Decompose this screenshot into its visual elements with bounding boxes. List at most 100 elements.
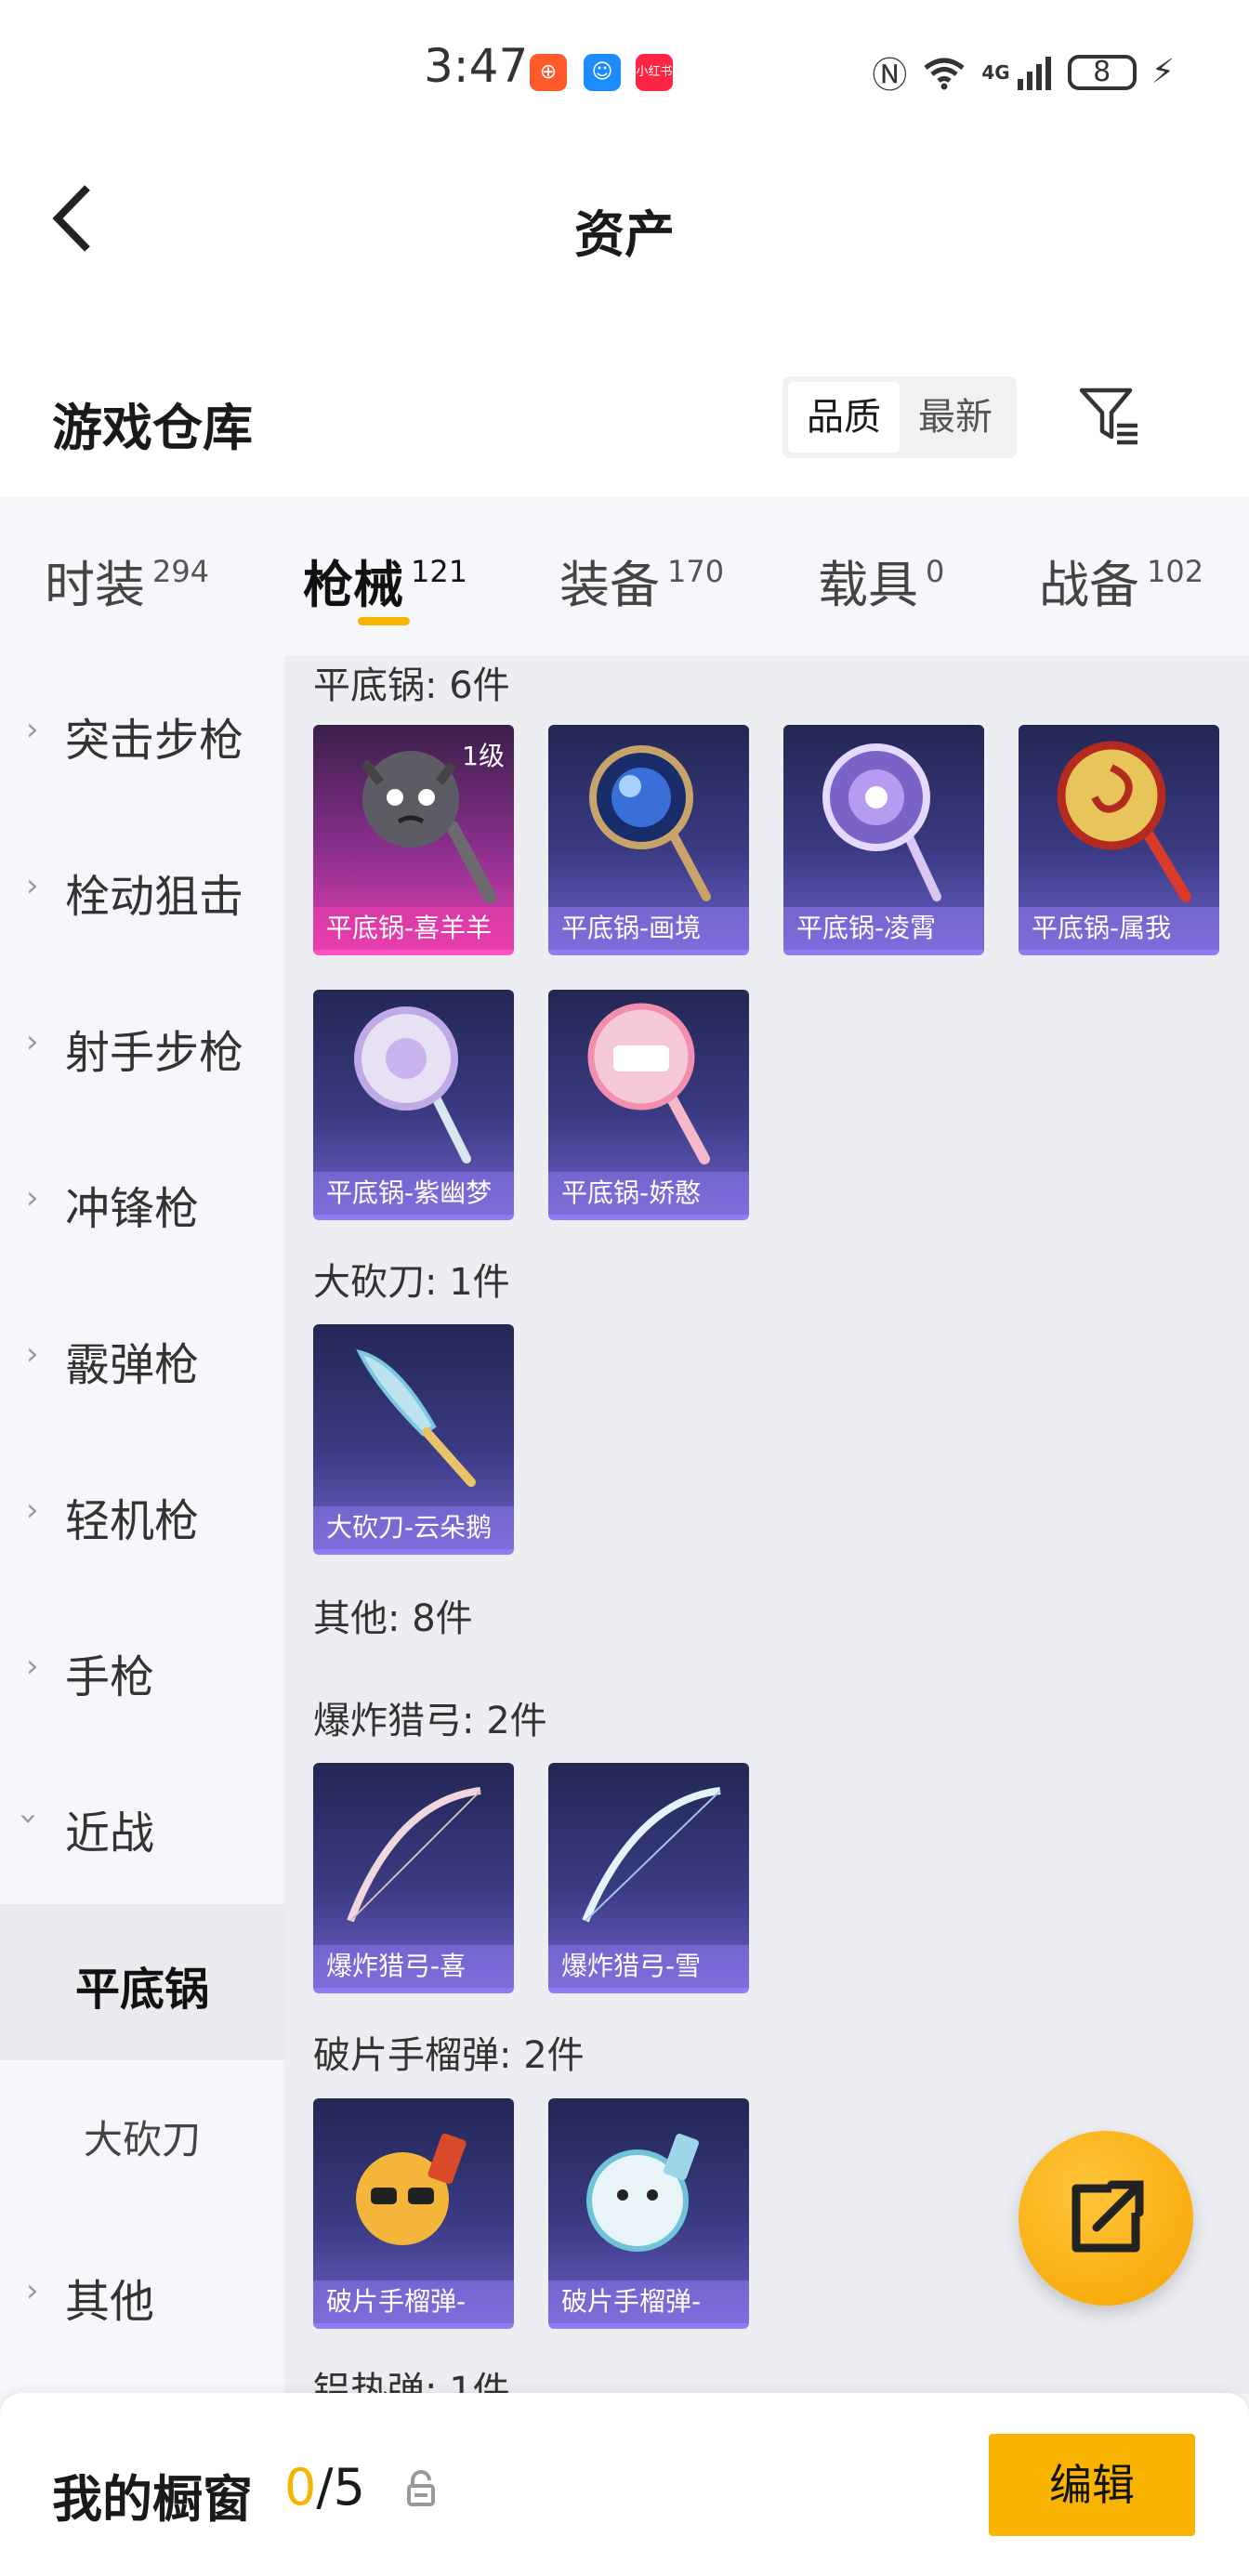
app-header: 资产 bbox=[0, 139, 1249, 353]
item-card[interactable]: 爆炸猎弓-喜 bbox=[313, 1763, 514, 1993]
nav-label: 霰弹枪 bbox=[65, 1339, 200, 1391]
item-card[interactable]: 破片手榴弹- bbox=[548, 2098, 749, 2329]
nav-label: 平底锅 bbox=[74, 1964, 209, 2016]
showcase-max: 5 bbox=[333, 2458, 365, 2517]
tab-count: 170 bbox=[667, 554, 725, 589]
nav-item-bolt-sniper[interactable]: › 栓动狙击 bbox=[0, 811, 284, 967]
network-type: 4G bbox=[981, 60, 1010, 84]
showcase-bar: 我的橱窗 0/5 编辑 bbox=[0, 2393, 1249, 2576]
tab-firearms[interactable]: 枪械 121 bbox=[303, 544, 467, 617]
nav-label: 冲锋枪 bbox=[65, 1183, 200, 1235]
nav-item-marksman-rifle[interactable]: › 射手步枪 bbox=[0, 967, 284, 1124]
chevron-right-icon: › bbox=[26, 1179, 39, 1216]
showcase-count: 0/5 bbox=[284, 2458, 365, 2517]
item-card[interactable]: 平底锅-属我 bbox=[1019, 725, 1219, 955]
battery-icon: 8 bbox=[1067, 54, 1137, 90]
item-card[interactable]: 1级 平底锅-喜羊羊 bbox=[313, 725, 514, 955]
status-indicators: Ⓝ 4G 8 ⚡ bbox=[872, 46, 1175, 98]
share-icon bbox=[1072, 2180, 1144, 2253]
frying-pan-lingxiao-icon bbox=[822, 743, 941, 901]
group-title-frying-pan: 平底锅: 6件 bbox=[313, 664, 510, 707]
item-name: 平底锅-凌霄 bbox=[783, 907, 984, 950]
chevron-right-icon: › bbox=[26, 1492, 39, 1529]
item-card[interactable]: 破片手榴弹- bbox=[313, 2098, 514, 2329]
item-name: 平底锅-喜羊羊 bbox=[313, 907, 514, 950]
nav-label: 大砍刀 bbox=[83, 2117, 201, 2162]
item-name: 爆炸猎弓-喜 bbox=[313, 1945, 514, 1988]
chevron-right-icon: › bbox=[26, 1023, 39, 1060]
nav-label: 栓动狙击 bbox=[65, 871, 244, 923]
tab-count: 294 bbox=[152, 554, 210, 589]
chevron-right-icon: › bbox=[26, 2272, 39, 2309]
tab-equipment[interactable]: 装备 170 bbox=[559, 544, 724, 617]
nav-item-lmg[interactable]: › 轻机枪 bbox=[0, 1436, 284, 1592]
sort-toggle: 品质 最新 bbox=[782, 376, 1017, 458]
chat-app-icon: ☺ bbox=[584, 54, 621, 91]
tab-label: 战备 bbox=[1039, 556, 1139, 614]
item-name: 平底锅-属我 bbox=[1019, 907, 1219, 950]
frying-pan-cute-icon bbox=[587, 1003, 710, 1164]
item-card[interactable]: 平底锅-凌霄 bbox=[783, 725, 984, 955]
page-title: 资产 bbox=[574, 205, 675, 264]
weapon-type-nav: › 突击步枪 › 栓动狙击 › 射手步枪 › 冲锋枪 › 霰弹枪 › 轻机枪 › 手枪 › 近战… bbox=[0, 655, 284, 2393]
tab-supplies[interactable]: 战备 102 bbox=[1039, 544, 1203, 617]
explosive-bow-icon bbox=[347, 1787, 481, 1923]
item-card[interactable]: 平底锅-紫幽梦 bbox=[313, 990, 514, 1220]
active-tab-indicator bbox=[358, 617, 410, 625]
sort-quality-button[interactable]: 品质 bbox=[788, 382, 900, 453]
charging-icon: ⚡ bbox=[1150, 53, 1175, 91]
nav-item-melee[interactable]: › 近战 bbox=[0, 1748, 284, 1904]
filter-icon[interactable] bbox=[1076, 383, 1141, 448]
chevron-down-icon: › bbox=[9, 1812, 47, 1825]
frag-grenade-seal-icon bbox=[586, 2134, 699, 2252]
nav-item-pistol[interactable]: › 手枪 bbox=[0, 1592, 284, 1748]
nav-item-smg[interactable]: › 冲锋枪 bbox=[0, 1124, 284, 1280]
tab-fashion[interactable]: 时装 294 bbox=[45, 544, 209, 617]
tab-label: 枪械 bbox=[303, 556, 403, 614]
nav-item-frying-pan[interactable]: 平底锅 bbox=[0, 1904, 284, 2060]
tab-count: 102 bbox=[1147, 554, 1204, 589]
group-title-frag-grenade: 破片手榴弹: 2件 bbox=[313, 2034, 585, 2077]
warehouse-title: 游戏仓库 bbox=[52, 399, 253, 457]
tab-label: 载具 bbox=[818, 556, 918, 614]
chevron-right-icon: › bbox=[26, 867, 39, 904]
nav-label: 近战 bbox=[65, 1807, 155, 1860]
edit-button[interactable]: 编辑 bbox=[989, 2434, 1195, 2536]
item-card[interactable]: 大砍刀-云朵鹅 bbox=[313, 1324, 514, 1555]
tab-vehicles[interactable]: 载具 0 bbox=[818, 544, 944, 617]
xiaohongshu-icon: 小红书 bbox=[636, 54, 673, 91]
wifi-icon bbox=[924, 58, 965, 89]
nfc-icon: Ⓝ bbox=[872, 55, 908, 96]
tab-count: 121 bbox=[411, 554, 468, 589]
group-title-machete: 大砍刀: 1件 bbox=[313, 1261, 510, 1304]
lock-icon bbox=[407, 2470, 435, 2506]
item-name: 大砍刀-云朵鹅 bbox=[313, 1506, 514, 1549]
group-title-other: 其他: 8件 bbox=[313, 1597, 473, 1640]
chevron-right-icon: › bbox=[26, 1335, 39, 1373]
nav-item-machete[interactable]: 大砍刀 bbox=[0, 2060, 284, 2216]
nav-label: 突击步枪 bbox=[65, 715, 244, 767]
share-button[interactable] bbox=[1019, 2131, 1193, 2306]
status-time: 3:47 bbox=[424, 39, 529, 93]
sort-newest-button[interactable]: 最新 bbox=[900, 382, 1011, 453]
item-name: 破片手榴弹- bbox=[548, 2280, 749, 2323]
item-card[interactable]: 平底锅-画境 bbox=[548, 725, 749, 955]
item-card[interactable]: 平底锅-娇憨 bbox=[548, 990, 749, 1220]
showcase-separator: / bbox=[316, 2458, 334, 2517]
item-name: 平底锅-娇憨 bbox=[548, 1172, 749, 1215]
tab-count: 0 bbox=[926, 554, 945, 589]
item-name: 爆炸猎弓-雪 bbox=[548, 1945, 749, 1988]
explosive-bow-snow-icon bbox=[582, 1787, 721, 1923]
item-name: 破片手榴弹- bbox=[313, 2280, 514, 2323]
nav-item-shotgun[interactable]: › 霰弹枪 bbox=[0, 1280, 284, 1436]
category-tabs: 时装 294 枪械 121 装备 170 载具 0 战备 102 bbox=[0, 497, 1249, 655]
tab-label: 时装 bbox=[45, 556, 145, 614]
chevron-right-icon: › bbox=[26, 1648, 39, 1685]
item-card[interactable]: 爆炸猎弓-雪 bbox=[548, 1763, 749, 1993]
nav-item-other[interactable]: › 其他 bbox=[0, 2216, 284, 2372]
signal-icon bbox=[1017, 56, 1051, 90]
nav-item-assault-rifle[interactable]: › 突击步枪 bbox=[0, 655, 284, 811]
frying-pan-shuwo-icon bbox=[1057, 741, 1191, 902]
machete-cloud-goose-icon bbox=[356, 1349, 476, 1487]
group-title-explosive-bow: 爆炸猎弓: 2件 bbox=[313, 1700, 547, 1742]
